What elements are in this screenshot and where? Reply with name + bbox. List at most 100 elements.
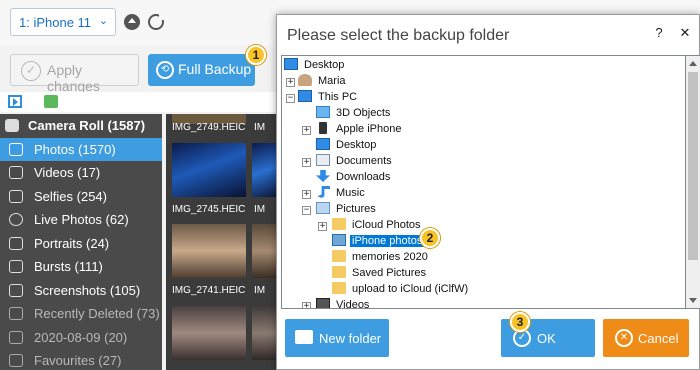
expand-icon[interactable]: + [302,302,311,308]
photo-filename: IMG_2741.HEIC [172,285,246,296]
photo-filename: IM [254,204,266,215]
full-backup-label: Full Backup [178,61,252,77]
step-badge-1: 1 [246,45,266,65]
monitor-icon [284,58,298,70]
photo-thumbnail[interactable] [172,143,246,197]
tree-node-memories-2020[interactable]: memories 2020 [332,249,430,265]
tree-node-apple-iphone[interactable]: Apple iPhone [316,121,403,137]
tree-node-videos[interactable]: Videos [316,297,371,308]
full-backup-button[interactable]: ⟲ Full Backup [148,54,255,86]
folder-icon [332,218,346,230]
sidebar-item-live-photos[interactable]: Live Photos (62) [0,208,162,232]
collapse-icon[interactable]: − [286,94,295,103]
device-select-value: 1: iPhone 11 [19,15,92,30]
tree-node-downloads[interactable]: Downloads [316,169,392,185]
help-icon[interactable]: ? [651,25,667,40]
tree-node-label: Pictures [336,203,376,215]
download-icon [316,170,330,182]
scroll-up-icon[interactable] [689,61,697,66]
expand-icon[interactable]: + [302,190,311,199]
tree-node-label: Apple iPhone [336,123,402,135]
list-view-icon[interactable] [8,95,22,108]
photo-thumbnail[interactable] [252,224,276,278]
photo-thumbnail[interactable] [252,143,276,197]
video-folder-icon [316,298,330,308]
sidebar-item-camera-roll[interactable]: Camera Roll (1587) [0,114,162,138]
pictures-icon [316,202,330,214]
collapse-icon[interactable]: − [302,206,311,215]
expand-icon[interactable]: + [318,222,327,231]
sidebar-item-favourites[interactable]: Favourites (27) [0,349,162,370]
device-select[interactable]: 1: iPhone 11 ⌄ [10,8,116,36]
apply-changes-button[interactable]: ✓ Apply changes [10,54,139,94]
tree-node-maria[interactable]: Maria [298,73,348,89]
sidebar-item-label: Videos (17) [34,165,101,180]
sidebar-item-photos[interactable]: Photos (1570) [0,137,162,161]
camera-icon [5,119,19,132]
photo-filename: IMG_2749.HEIC [172,122,246,133]
action-bar: ✓ Apply changes ⟲ Full Backup [0,50,280,94]
tree-scrollbar[interactable] [686,55,700,309]
photo-thumbnail[interactable] [252,306,276,360]
tree-node-this-pc[interactable]: This PC [298,89,359,105]
tree-node-music[interactable]: Music [316,185,367,201]
photo-thumbnail[interactable] [172,306,246,360]
folder-icon [332,234,346,246]
sidebar-item-selfies[interactable]: Selfies (254) [0,185,162,209]
tree-node-documents[interactable]: Documents [316,153,394,169]
folder-icon [332,250,346,262]
tree-node-upload-to-icloud[interactable]: upload to iCloud (iClfW) [332,281,470,297]
new-folder-label: New folder [319,331,382,346]
photo-filename: IM [254,285,266,296]
tree-node-label: Saved Pictures [352,267,426,279]
sidebar-item-screenshots[interactable]: Screenshots (105) [0,279,162,303]
cancel-button[interactable]: ✕ Cancel [603,319,689,357]
folder-tree: Desktop + Maria − This PC 3D Objects + A… [281,55,686,309]
tree-node-iphone-photos[interactable]: iPhone photos [332,233,425,249]
sidebar-item-label: 2020-08-09 (20) [34,329,128,345]
photo-filename: IMG_2745.HEIC [172,204,246,215]
tree-node-label: iCloud Photos [352,219,421,231]
tree-node-3d-objects[interactable]: 3D Objects [316,105,392,121]
sidebar-item-portraits[interactable]: Portraits (24) [0,232,162,256]
sidebar-item-album-2020-08-09[interactable]: 2020-08-09 (20) [0,326,162,350]
computer-icon [298,90,312,102]
photo-icon [9,142,23,156]
new-folder-button[interactable]: New folder [285,319,389,357]
cube-icon [316,106,330,118]
tree-node-desktop-pc[interactable]: Desktop [316,137,378,153]
user-icon [298,74,312,86]
sidebar-item-label: Bursts (111) [34,259,103,274]
scrollbar-thumb[interactable] [688,72,698,260]
expand-icon[interactable]: + [302,126,311,135]
sidebar-item-recently-deleted[interactable]: Recently Deleted (73) [0,302,162,326]
selfie-icon [9,189,23,203]
sidebar-item-bursts[interactable]: Bursts (111) [0,255,162,279]
step-badge-2: 2 [420,228,440,248]
folder-icon [332,282,346,294]
eject-icon[interactable] [124,14,140,30]
dialog-footer: New folder ✓ OK ✕ Cancel [277,311,699,369]
monitor-icon [316,138,330,150]
tree-node-label: memories 2020 [352,251,428,263]
photo-filename: IM [254,122,266,133]
photo-grid: IMG_2749.HEIC IM IMG_2745.HEIC IM IMG_27… [166,114,276,370]
close-icon[interactable]: ✕ [677,25,693,41]
album-view-icon[interactable] [44,95,58,108]
check-circle-icon: ✓ [21,61,41,81]
tree-node-pictures[interactable]: Pictures [316,201,378,217]
sidebar-item-label: Photos (1570) [34,141,116,157]
tree-node-label: iPhone photos [350,235,425,247]
tree-node-desktop[interactable]: Desktop [284,57,346,73]
tree-node-icloud-photos[interactable]: iCloud Photos [332,217,423,233]
scroll-down-icon[interactable] [689,298,697,303]
photo-thumbnail[interactable] [172,224,246,278]
live-photo-icon [9,213,23,226]
music-icon [317,186,330,198]
expand-icon[interactable]: + [302,158,311,167]
expand-icon[interactable]: + [286,78,295,87]
tree-node-label: This PC [318,91,358,103]
tree-node-saved-pictures[interactable]: Saved Pictures [332,265,428,281]
sidebar-item-videos[interactable]: Videos (17) [0,161,162,185]
refresh-icon[interactable] [148,14,165,30]
